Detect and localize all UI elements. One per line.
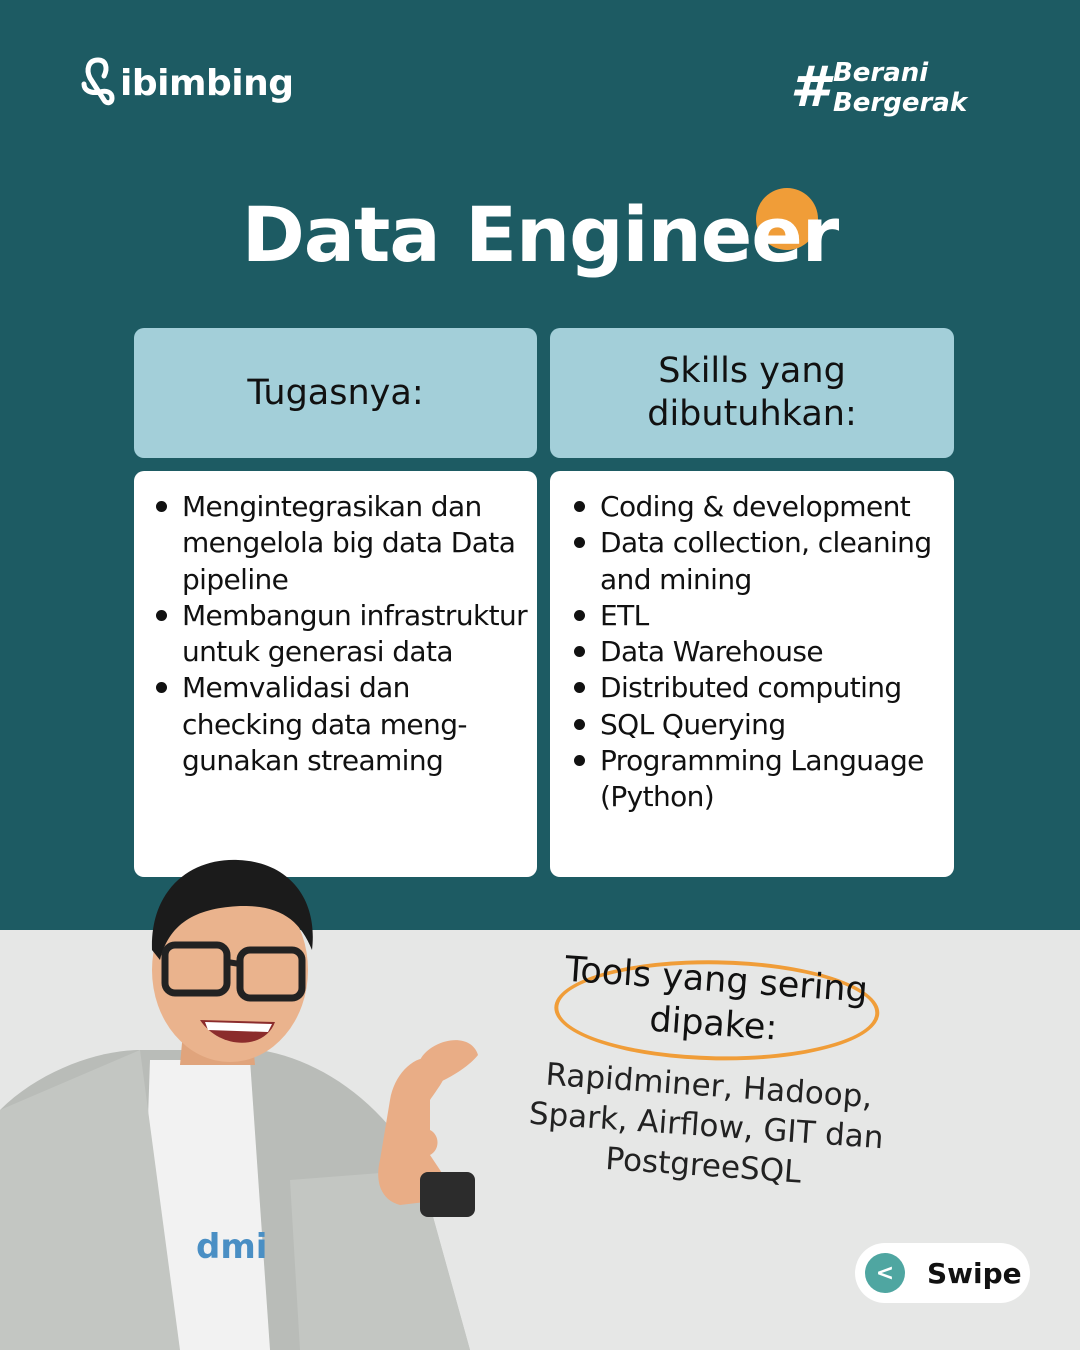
list-item: ETL: [572, 598, 948, 634]
bullet-icon: [574, 718, 585, 730]
logo-icon: [81, 57, 115, 106]
skills-heading: Skills yang dibutuhkan:: [550, 328, 954, 458]
list-item: SQL Querying: [572, 707, 948, 743]
chevron-left-icon: <: [865, 1253, 905, 1293]
tasks-heading: Tugasnya:: [134, 328, 537, 458]
hashtag: # Berani Bergerak: [790, 58, 967, 118]
logo-text: ibimbing: [120, 62, 294, 104]
skills-list: Coding & development Data collection, cl…: [572, 489, 948, 816]
hash-icon: #: [790, 55, 829, 120]
shirt-text: dmi: [196, 1227, 267, 1267]
tools-section: Tools yang sering dipake: Rapidminer, Ha…: [513, 945, 908, 1199]
list-item: Data collection, cleaning and mining: [572, 525, 948, 598]
tasks-card: Mengintegrasikan dan mengelola big data …: [134, 471, 537, 877]
list-item: Membangun infrastruktur untuk generasi d…: [154, 598, 529, 671]
bullet-icon: [574, 646, 585, 658]
tasks-list: Mengintegrasikan dan mengelola big data …: [154, 489, 529, 779]
list-item: Data Warehouse: [572, 634, 948, 670]
list-item: Programming Language (Python): [572, 743, 948, 816]
bullet-icon: [574, 501, 585, 512]
bullet-icon: [574, 755, 585, 767]
bullet-icon: [156, 682, 167, 694]
brand-logo: ibimbing: [78, 56, 294, 110]
list-item: Mengintegrasikan dan mengelola big data …: [154, 489, 529, 598]
skills-heading-line-2: dibutuhkan:: [647, 394, 857, 434]
skills-card: Coding & development Data collection, cl…: [550, 471, 954, 877]
person-photo: dmi: [0, 859, 478, 1350]
list-item: Coding & development: [572, 489, 948, 525]
bullet-icon: [574, 609, 585, 621]
bullet-icon: [574, 682, 585, 694]
hashtag-line-2: Bergerak: [832, 88, 968, 118]
skills-heading-line-1: Skills yang: [658, 351, 846, 391]
swipe-label: Swipe: [927, 1256, 1022, 1290]
list-item: Memvalidasi dan checking data meng-gunak…: [154, 670, 529, 779]
page-title: Data Engineer: [241, 190, 840, 279]
hashtag-line-1: Berani: [832, 58, 929, 88]
bullet-icon: [156, 609, 167, 621]
swipe-button[interactable]: < Swipe: [855, 1243, 1030, 1303]
bullet-icon: [574, 537, 585, 549]
bullet-icon: [156, 501, 167, 512]
list-item: Distributed computing: [572, 670, 948, 706]
